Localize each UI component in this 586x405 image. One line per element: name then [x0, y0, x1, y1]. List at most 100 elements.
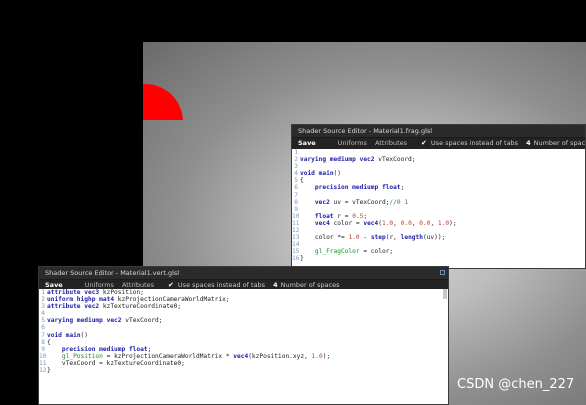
line-number: 15 — [292, 248, 300, 256]
code-line[interactable]: 4 void main() — [292, 170, 585, 177]
code-line[interactable]: 11 vTexCoord = kzTextureCoordinate0; — [39, 360, 448, 367]
code-token: 1.0 — [381, 219, 394, 227]
code-token: float — [314, 212, 334, 220]
checkmark-icon[interactable]: ✔ — [421, 138, 427, 149]
code-token: () — [333, 170, 341, 178]
code-token: 1.0 — [437, 219, 450, 227]
vert-scrollbar[interactable] — [443, 289, 447, 299]
code-line[interactable]: 6 precision mediump float; — [292, 184, 585, 191]
code-token: varying mediump vec2 — [300, 156, 375, 164]
code-line[interactable]: 12 — [292, 227, 585, 234]
frag-attributes-tab[interactable]: Attributes — [375, 138, 407, 149]
code-text: float r = 0.5; — [300, 213, 367, 220]
frag-editor-toolbar: Save Uniforms Attributes ✔ Use spaces in… — [292, 138, 585, 149]
code-line[interactable]: 9 precision mediump float; — [39, 346, 448, 353]
code-line[interactable]: 8{ — [39, 339, 448, 346]
code-token: = color; — [359, 248, 394, 256]
code-token: } — [47, 367, 51, 375]
frag-use-spaces-label[interactable]: Use spaces instead of tabs — [431, 138, 518, 149]
window-close-icon[interactable] — [440, 270, 445, 275]
frag-uniforms-tab[interactable]: Uniforms — [338, 138, 367, 149]
code-line[interactable]: 6 — [39, 324, 448, 331]
line-number: 2 — [294, 156, 298, 164]
line-number: 10 — [292, 212, 300, 220]
vert-editor-titlebar[interactable]: Shader Source Editor - Material1.vert.gl… — [39, 267, 448, 280]
line-number: 3 — [294, 163, 298, 171]
code-text: vec2 uv = vTexCoord;//0 1 — [300, 199, 408, 206]
code-token: vTexCoord; — [121, 317, 163, 325]
code-text: vec4 color = vec4(1.0, 0.0, 0.0, 1.0); — [300, 220, 457, 227]
frag-editor-titlebar[interactable]: Shader Source Editor - Material1.frag.gl… — [292, 125, 585, 138]
line-number: 11 — [39, 359, 47, 367]
code-token: void — [300, 170, 315, 178]
code-token: precision mediump float — [314, 184, 401, 192]
code-token: vec4 — [233, 352, 249, 360]
code-token: void — [47, 331, 62, 339]
code-text: } — [47, 367, 51, 374]
code-text: precision mediump float; — [47, 346, 151, 353]
line-number: 1 — [41, 289, 45, 296]
code-token: vec4 — [363, 219, 379, 227]
line-number: 8 — [294, 198, 298, 206]
frag-spaces-label: Number of spaces — [533, 139, 586, 147]
line-number: 3 — [41, 303, 45, 311]
code-line[interactable]: 9 — [292, 206, 585, 213]
code-token: ; — [400, 184, 405, 192]
code-line[interactable]: 10 gl_Position = kzProjectionCameraWorld… — [39, 353, 448, 360]
line-number: 1 — [294, 149, 298, 156]
code-line[interactable]: 16} — [292, 255, 585, 262]
vert-code-area[interactable]: 1 attribute vec3 kzPosition; 2 uniform high… — [39, 289, 448, 404]
frag-save-button[interactable]: Save — [298, 138, 316, 149]
code-line[interactable]: 10 float r = 0.5; — [292, 213, 585, 220]
code-text: gl_FragColor = color; — [300, 248, 393, 255]
code-token: () — [80, 331, 88, 339]
frag-spaces-count[interactable]: 4 — [526, 138, 531, 149]
code-token: //0 1 — [389, 198, 409, 206]
line-number: 11 — [292, 219, 300, 227]
code-text: vTexCoord = kzTextureCoordinate0; — [47, 360, 185, 367]
code-token: , — [430, 219, 438, 227]
code-token: vec2 — [314, 198, 330, 206]
code-line[interactable]: 15 gl_FragColor = color; — [292, 248, 585, 255]
code-line[interactable]: 5 varying mediump vec2 vTexCoord; — [39, 317, 448, 324]
code-line[interactable]: 11 vec4 color = vec4(1.0, 0.0, 0.0, 1.0)… — [292, 220, 585, 227]
code-line[interactable]: 7 — [292, 192, 585, 199]
code-text: void main() — [300, 170, 341, 177]
code-line[interactable]: 3 attribute vec2 kzTextureCoordinate0; — [39, 303, 448, 310]
code-token: vTexCoord = kzTextureCoordinate0; — [47, 359, 185, 367]
frag-shader-editor: Shader Source Editor - Material1.frag.gl… — [291, 124, 586, 269]
code-token: ; — [147, 345, 152, 353]
code-line[interactable]: 7 void main() — [39, 332, 448, 339]
code-token: } — [300, 255, 304, 263]
line-number: 5 — [294, 177, 298, 185]
code-token: { — [47, 338, 51, 346]
line-number: 6 — [41, 324, 45, 332]
code-line[interactable]: 12} — [39, 367, 448, 374]
code-token: 1.0 — [311, 352, 323, 360]
code-token: length — [400, 234, 423, 242]
code-token: vec4 — [314, 219, 330, 227]
code-token: ); — [449, 219, 457, 227]
code-token: gl_FragColor — [314, 248, 360, 256]
code-text: precision mediump float; — [300, 184, 404, 191]
code-text: varying mediump vec2 vTexCoord; — [47, 317, 163, 324]
code-line[interactable]: 8 vec2 uv = vTexCoord;//0 1 — [292, 199, 585, 206]
code-token: kzTextureCoordinate0; — [99, 303, 182, 311]
frag-code-area[interactable]: 1 2 varying mediump vec2 vTexCoord; 3 4 void … — [292, 149, 585, 268]
code-token: main — [318, 170, 334, 178]
code-line[interactable]: 13 color *= 1.0 - step(r, length(uv)); — [292, 234, 585, 241]
code-text: } — [300, 255, 304, 262]
code-line[interactable]: 14 — [292, 241, 585, 248]
code-line[interactable]: 2 varying mediump vec2 vTexCoord; — [292, 156, 585, 163]
code-token: 1.0 — [348, 234, 360, 242]
line-number: 7 — [41, 331, 45, 339]
line-number: 5 — [41, 317, 45, 325]
code-token: (r, — [385, 234, 401, 242]
line-number: 8 — [41, 338, 45, 346]
line-number: 2 — [41, 296, 45, 304]
